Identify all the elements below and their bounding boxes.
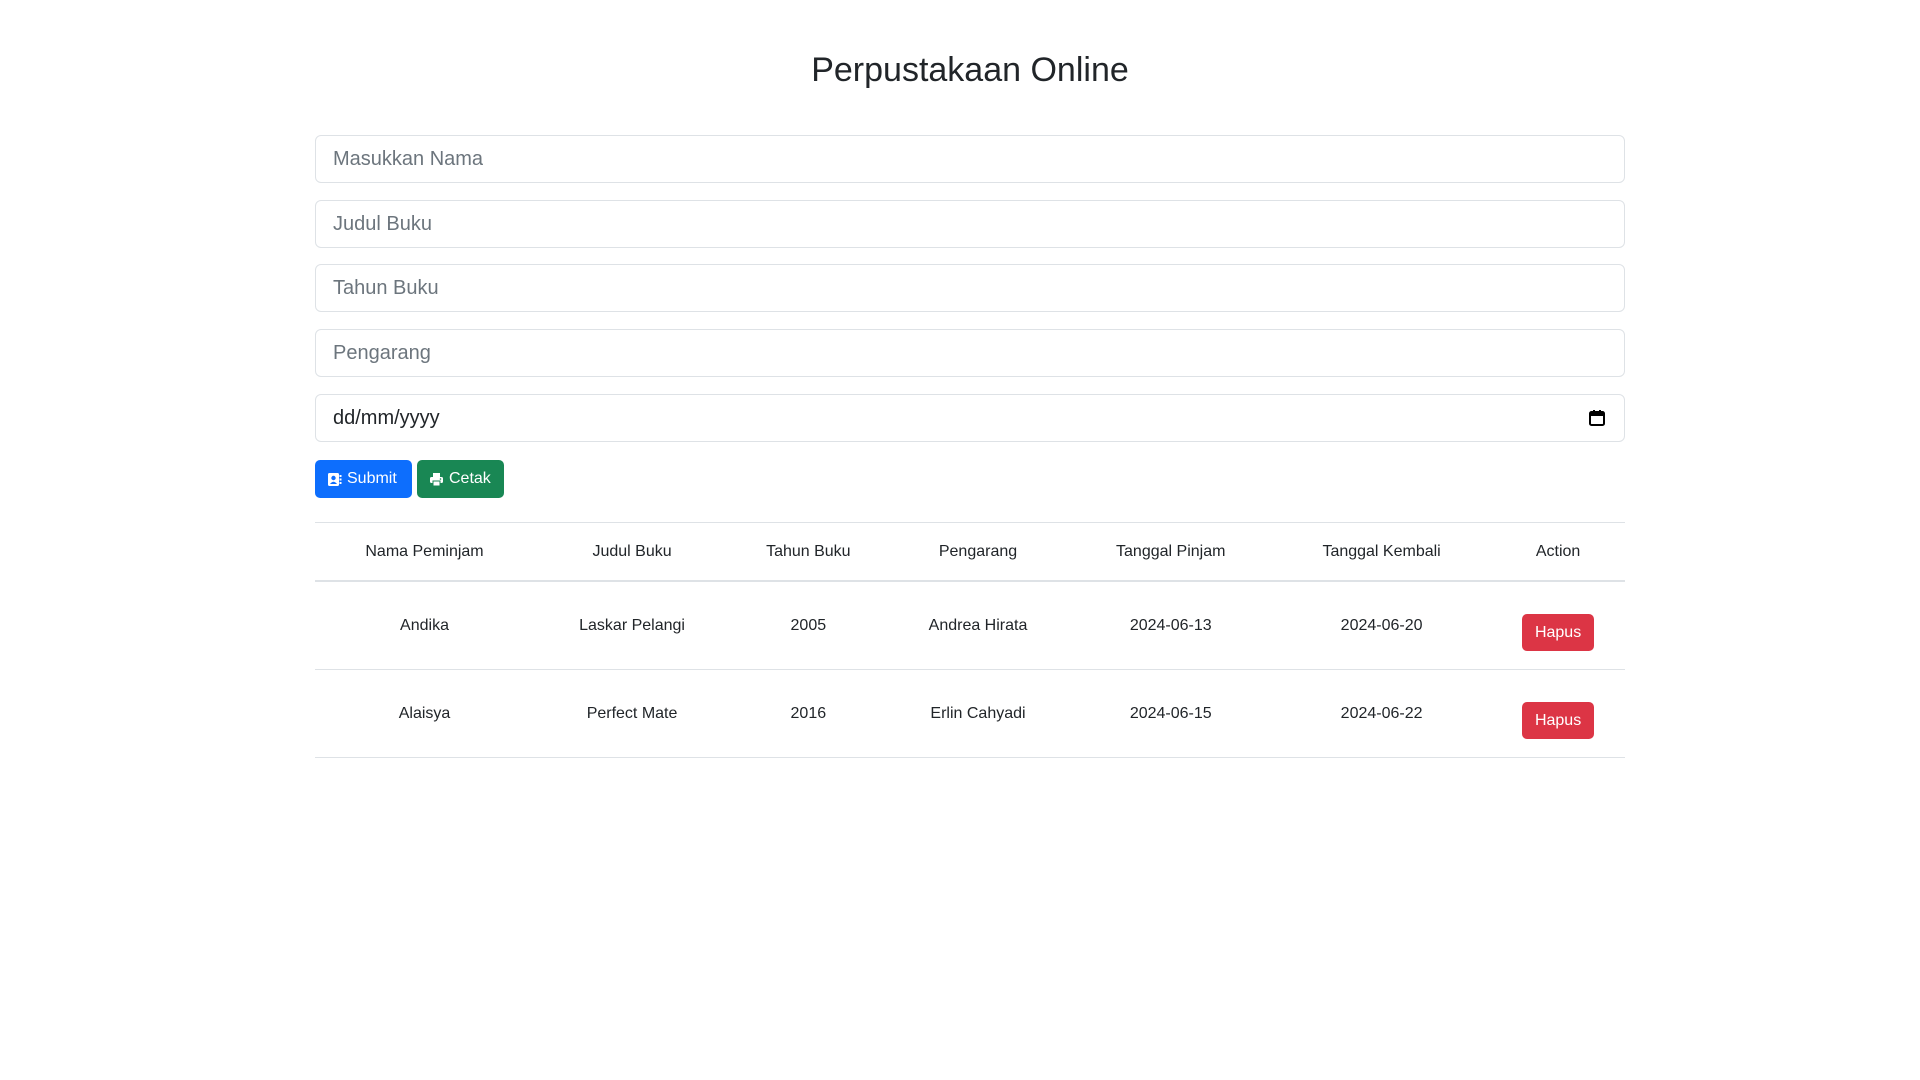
submit-button[interactable]: Submit: [315, 460, 412, 498]
table-row: Alaisya Perfect Mate 2016 Erlin Cahyadi …: [315, 669, 1625, 758]
header-nama-peminjam: Nama Peminjam: [315, 522, 535, 582]
calendar-icon[interactable]: [1587, 408, 1607, 428]
cell-nama: Andika: [315, 581, 535, 670]
cell-tahun: 2005: [730, 581, 887, 670]
date-placeholder-text: dd/mm/yyyy: [333, 406, 440, 429]
nama-input[interactable]: [315, 135, 1625, 183]
hapus-button[interactable]: Hapus: [1521, 614, 1595, 651]
cell-tanggal-pinjam: 2024-06-13: [1069, 581, 1273, 670]
printer-icon: [429, 472, 444, 487]
address-card-icon: [327, 472, 342, 487]
header-tanggal-pinjam: Tanggal Pinjam: [1069, 522, 1273, 582]
cetak-button[interactable]: Cetak: [417, 460, 504, 498]
cell-pengarang: Andrea Hirata: [886, 581, 1070, 670]
cetak-label: Cetak: [449, 470, 491, 487]
page-title: Perpustakaan Online: [811, 51, 1129, 89]
cell-nama: Alaisya: [315, 669, 535, 758]
hapus-button[interactable]: Hapus: [1521, 702, 1595, 739]
cell-action: Hapus: [1491, 581, 1625, 670]
header-tahun-buku: Tahun Buku: [730, 522, 887, 582]
header-judul-buku: Judul Buku: [534, 522, 731, 582]
cell-tanggal-kembali: 2024-06-20: [1272, 581, 1492, 670]
cell-tanggal-kembali: 2024-06-22: [1272, 669, 1492, 758]
cell-tanggal-pinjam: 2024-06-15: [1069, 669, 1273, 758]
cell-judul: Laskar Pelangi: [534, 581, 731, 670]
cell-action: Hapus: [1491, 669, 1625, 758]
cell-pengarang: Erlin Cahyadi: [886, 669, 1070, 758]
judul-buku-input[interactable]: [315, 200, 1625, 248]
tanggal-date-input[interactable]: dd/mm/yyyy: [315, 394, 1625, 442]
cell-judul: Perfect Mate: [534, 669, 731, 758]
header-action: Action: [1491, 522, 1625, 582]
header-pengarang: Pengarang: [886, 522, 1070, 582]
table-row: Andika Laskar Pelangi 2005 Andrea Hirata…: [315, 581, 1625, 670]
table-header-row: Nama Peminjam Judul Buku Tahun Buku Peng…: [315, 522, 1625, 582]
cell-tahun: 2016: [730, 669, 887, 758]
header-tanggal-kembali: Tanggal Kembali: [1272, 522, 1492, 582]
submit-label: Submit: [347, 470, 397, 487]
peminjaman-table: Nama Peminjam Judul Buku Tahun Buku Peng…: [315, 522, 1625, 758]
tahun-buku-input[interactable]: [315, 264, 1625, 312]
pengarang-input[interactable]: [315, 329, 1625, 377]
